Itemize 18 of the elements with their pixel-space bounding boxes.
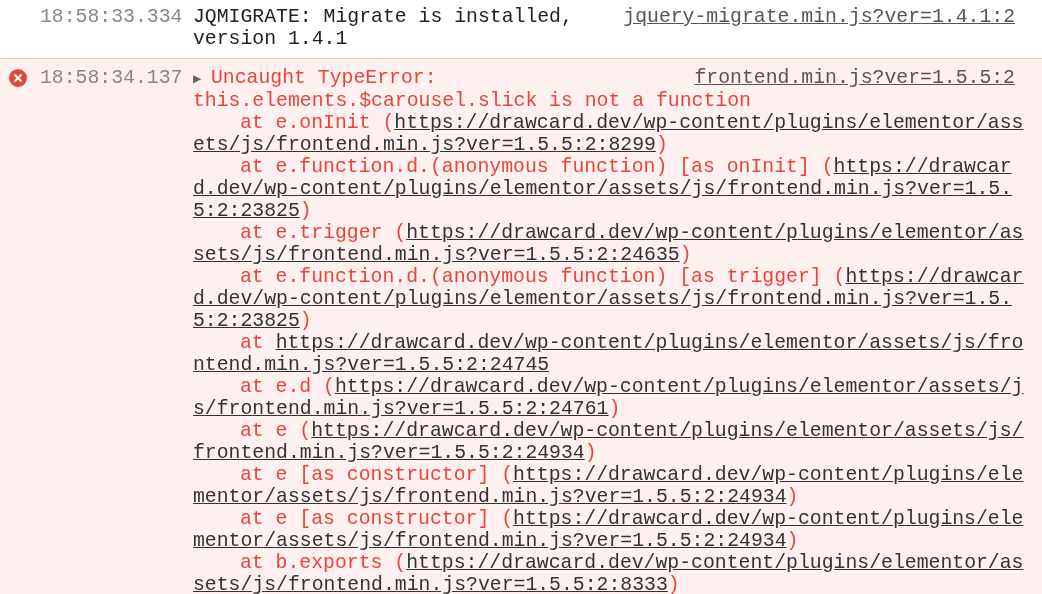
stack-frame: at e.onInit (https://drawcard.dev/wp-content/plugins/elementor/assets/js/frontend.min.js?ver=1.5.5:2:8299) <box>193 112 1029 156</box>
stack-frame: at e [as constructor] (https://drawcard.dev/wp-content/plugins/elementor/assets/js/frontend.min.js?ver=1.5.5:2:24934) <box>193 464 1029 508</box>
stack-frame: at e.function.d.(anonymous function) [as onInit] (https://drawcard.dev/wp-content/plugins/elementor/assets/js/frontend.min.js?ver=1.5.5:2:23825) <box>193 156 1029 222</box>
expand-arrow[interactable]: ▶ <box>193 68 211 90</box>
stack-frame: at e [as constructor] (https://drawcard.dev/wp-content/plugins/elementor/assets/js/frontend.min.js?ver=1.5.5:2:24934) <box>193 508 1029 552</box>
timestamp: 18:58:34.137 <box>40 67 184 91</box>
error-message: this.elements.$carousel.slick is not a function <box>193 90 752 112</box>
stack-frame: at b.exports (https://drawcard.dev/wp-content/plugins/elementor/assets/js/frontend.min.js?ver=1.5.5:2:8333) <box>193 552 1029 594</box>
stack-frame: at e.function.d.(anonymous function) [as trigger] (https://drawcard.dev/wp-content/plugins/elementor/assets/js/frontend.min.js?ver=1.5.5:2:23825) <box>193 266 1029 332</box>
timestamp: 18:58:33.334 <box>40 6 184 30</box>
source-link[interactable]: frontend.min.js?ver=1.5.5:2 <box>694 67 1015 89</box>
stack-frame: at e (https://drawcard.dev/wp-content/plugins/elementor/assets/js/frontend.min.js?ver=1.5.5:2:24934) <box>193 420 1029 464</box>
error-icon <box>9 69 27 87</box>
error-title: Uncaught TypeError: <box>211 67 437 89</box>
source-link[interactable]: jquery-migrate.min.js?ver=1.4.1:2 <box>623 6 1015 28</box>
stack-frame: at e.trigger (https://drawcard.dev/wp-content/plugins/elementor/assets/js/frontend.min.js?ver=1.5.5:2:24635) <box>193 222 1029 266</box>
log-message: JQMIGRATE: Migrate is installed, version 1.4.1 <box>193 6 573 50</box>
stack-frame: at e.d (https://drawcard.dev/wp-content/plugins/elementor/assets/js/frontend.min.js?ver=1.5.5:2:24761) <box>193 376 1029 420</box>
